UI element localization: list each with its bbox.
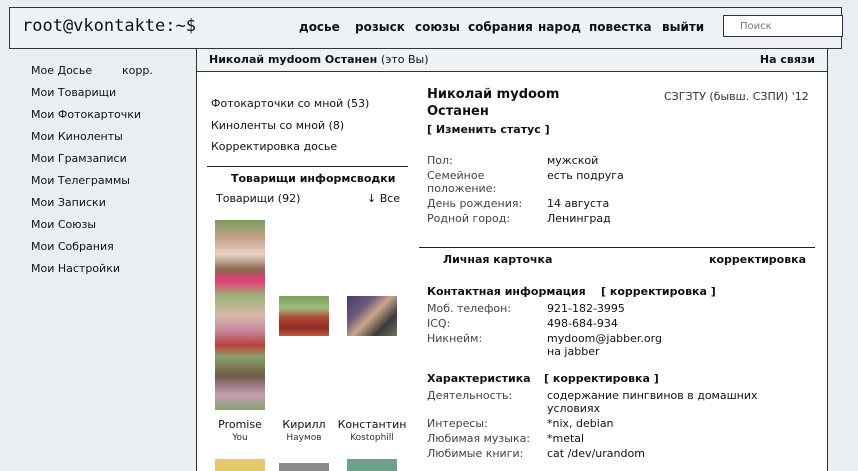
friend-name[interactable]: Promise	[210, 418, 270, 431]
friend-photo-kirill[interactable]	[279, 296, 329, 336]
sidebar-item-notes[interactable]: Мои Записки	[31, 196, 106, 209]
friend-photo-promise[interactable]	[215, 220, 265, 410]
sidebar-item-videos[interactable]: Мои Киноленты	[31, 130, 123, 143]
activity-value[interactable]: содержание пингвинов в домашних условиях	[547, 389, 758, 415]
books-label: Любимые книги:	[427, 447, 524, 460]
characteristics-title: Характеристика	[427, 372, 531, 385]
personal-card-title: Личная карточка	[443, 253, 553, 266]
card-divider	[419, 247, 815, 248]
friend-name[interactable]: Константин	[334, 418, 410, 431]
mobile-label: Моб. телефон:	[427, 302, 512, 315]
nav-dossier[interactable]: досье	[299, 20, 340, 34]
sidebar-item-my-dossier[interactable]: Мое Досье	[31, 64, 92, 77]
nav-meetings[interactable]: собрания	[468, 20, 533, 34]
music-label: Любимая музыка:	[427, 432, 531, 445]
friends-all-link[interactable]: ↓ Все	[367, 192, 400, 205]
activity-label: Деятельность:	[427, 389, 513, 402]
gender-label: Пол:	[427, 154, 453, 167]
friend-photo[interactable]	[347, 459, 397, 471]
contact-edit-link[interactable]: [ корректировка ]	[601, 285, 716, 298]
friend-photo[interactable]	[215, 459, 265, 471]
nav-logout[interactable]: выйти	[662, 20, 704, 34]
books-value[interactable]: cat /dev/urandom	[547, 447, 645, 460]
sidebar-item-settings[interactable]: Мои Настройки	[31, 262, 120, 275]
profile-bar-you: (это Вы)	[381, 53, 429, 66]
top-header: root@vkontakte:~$ досье розыск союзы соб…	[9, 7, 843, 49]
sidebar-item-messages[interactable]: Мои Телеграммы	[31, 174, 130, 187]
nav-search-people[interactable]: розыск	[355, 20, 405, 34]
profile-title-bar: Николай mydoom Останен (это Вы) На связи	[196, 49, 828, 72]
sidebar-edit-link[interactable]: корр.	[122, 64, 153, 77]
characteristics-edit-link[interactable]: [ корректировка ]	[544, 372, 659, 385]
icq-label: ICQ:	[427, 317, 451, 330]
nickname-value: mydoom@jabber.org на jabber	[547, 332, 662, 358]
friend-surname: You	[232, 433, 248, 443]
sidebar-item-groups[interactable]: Мои Союзы	[31, 218, 96, 231]
personal-card-edit-link[interactable]: корректировка	[709, 253, 806, 266]
mobile-value: 921-182-3995	[547, 302, 625, 315]
relationship-value[interactable]: есть подруга	[547, 169, 624, 182]
nav-people[interactable]: народ	[538, 20, 581, 34]
friend-photo[interactable]	[279, 463, 329, 471]
friend-photo-konstantin[interactable]	[347, 296, 397, 336]
friend-surname: Kostophill	[350, 433, 394, 443]
sidebar-item-audio[interactable]: Мои Грамзаписи	[31, 152, 127, 165]
profile-bar-name: Николай mydoom Останен	[209, 53, 378, 66]
music-value[interactable]: *metal	[547, 432, 584, 445]
site-logo[interactable]: root@vkontakte:~$	[22, 16, 196, 36]
university-info[interactable]: СЗГЗТУ (бывш. СЗПИ) '12	[664, 90, 809, 103]
friend-name[interactable]: Кирилл	[274, 418, 334, 431]
nickname-label: Никнейм:	[427, 332, 483, 345]
sidebar-item-photos[interactable]: Мои Фотокарточки	[31, 108, 141, 121]
sidebar-item-events[interactable]: Мои Собрания	[31, 240, 114, 253]
videos-with-me-link[interactable]: Киноленты со мной (8)	[211, 119, 344, 132]
profile-name-line1: Николай mydoom	[427, 87, 560, 102]
photos-with-me-link[interactable]: Фотокарточки со мной (53)	[211, 97, 369, 110]
friend-surname: Наумов	[286, 433, 322, 443]
hometown-label: Родной город:	[427, 212, 511, 225]
change-status-link[interactable]: [ Изменить статус ]	[427, 123, 550, 136]
birthday-value[interactable]: 14 августа	[547, 197, 609, 210]
gender-value[interactable]: мужской	[547, 154, 598, 167]
friends-count-link[interactable]: Товарищи (92)	[216, 192, 300, 205]
edit-dossier-link[interactable]: Корректировка досье	[211, 140, 337, 153]
friends-section-title: Товарищи информсводки	[231, 172, 396, 185]
interests-label: Интересы:	[427, 417, 488, 430]
nav-agenda[interactable]: повестка	[589, 20, 652, 34]
relationship-label: Семейное положение:	[427, 169, 497, 195]
friends-divider	[207, 166, 408, 167]
interests-value[interactable]: *nix, debian	[547, 417, 614, 430]
nav-unions[interactable]: союзы	[415, 20, 460, 34]
online-status: На связи	[759, 53, 815, 66]
search-input[interactable]	[723, 15, 843, 37]
hometown-value[interactable]: Ленинград	[547, 212, 611, 225]
profile-name-line2: Останен	[427, 104, 489, 119]
sidebar-item-friends[interactable]: Мои Товарищи	[31, 86, 116, 99]
icq-value: 498-684-934	[547, 317, 618, 330]
contact-info-title: Контактная информация	[427, 285, 586, 298]
birthday-label: День рождения:	[427, 197, 523, 210]
